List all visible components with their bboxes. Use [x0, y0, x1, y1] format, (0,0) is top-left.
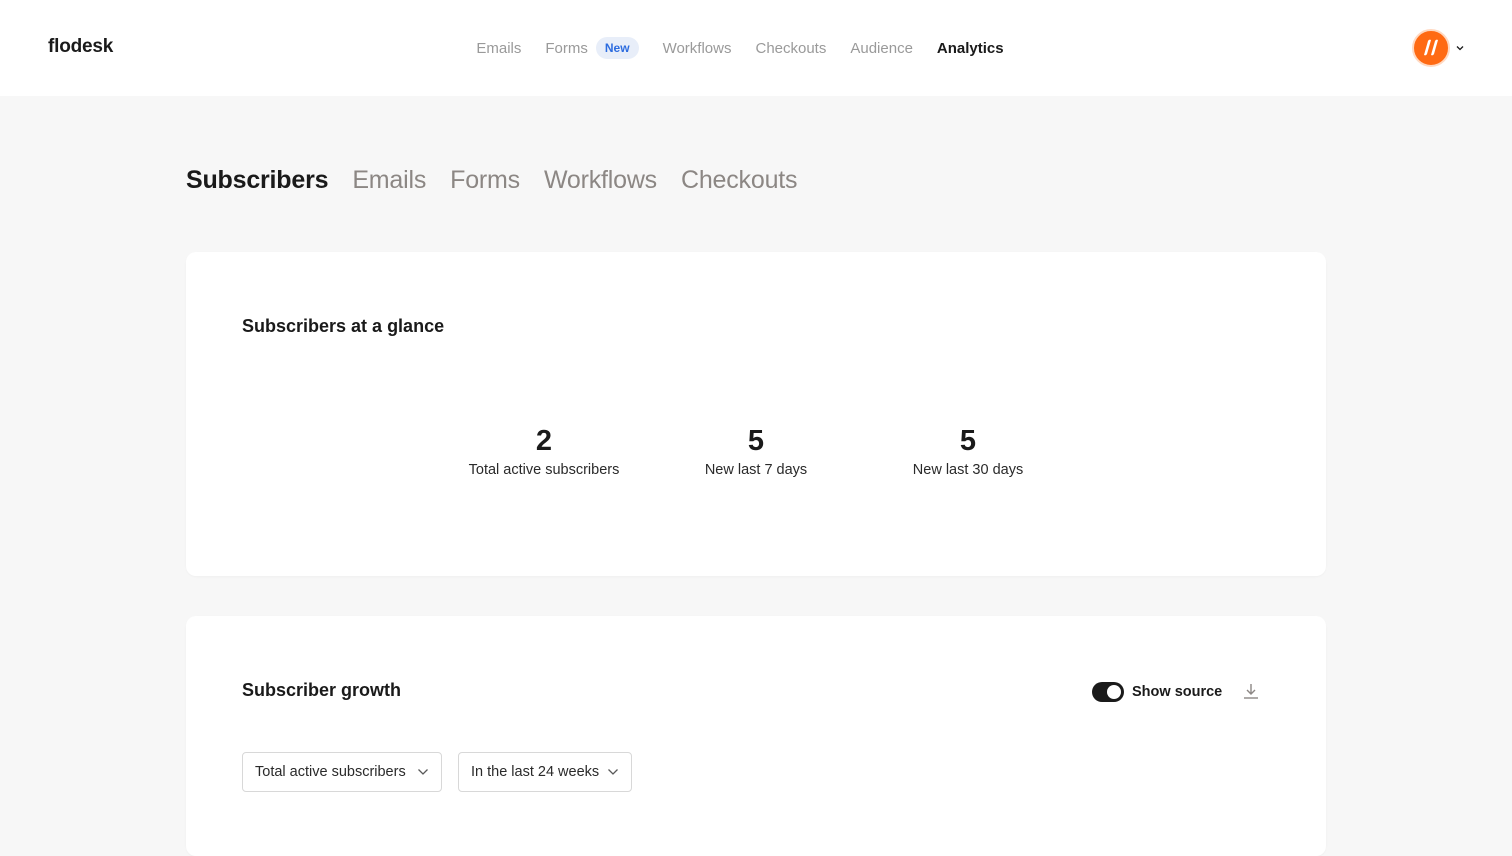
- main-nav: Emails Forms New Workflows Checkouts Aud…: [0, 0, 1512, 96]
- new-badge: New: [595, 37, 639, 59]
- top-bar: flodesk Emails Forms New Workflows Check…: [0, 0, 1512, 96]
- nav-item-label: Workflows: [662, 39, 732, 57]
- nav-item-label: Emails: [476, 39, 522, 57]
- chevron-down-icon: [418, 769, 428, 775]
- select-value: Total active subscribers: [255, 764, 406, 780]
- metric-select[interactable]: Total active subscribers: [242, 752, 442, 792]
- analytics-subtabs: Subscribers Emails Forms Workflows Check…: [186, 166, 821, 195]
- nav-item-forms[interactable]: Forms New: [545, 37, 639, 59]
- nav-item-analytics[interactable]: Analytics: [937, 40, 1004, 57]
- stat-value: 2: [535, 425, 553, 457]
- tab-emails[interactable]: Emails: [352, 166, 426, 195]
- stats-row: 2 Total active subscribers 5 New last 7 …: [186, 424, 1326, 478]
- tab-workflows[interactable]: Workflows: [544, 166, 657, 195]
- download-icon[interactable]: [1242, 682, 1260, 700]
- stat-new-7-days: 5 New last 7 days: [650, 424, 862, 478]
- toggle-knob: [1107, 685, 1121, 699]
- stat-new-30-days: 5 New last 30 days: [862, 424, 1074, 478]
- tab-forms[interactable]: Forms: [450, 166, 520, 195]
- stat-label: New last 30 days: [912, 462, 1024, 478]
- subscriber-growth-card: Subscriber growth Show source Total acti…: [186, 616, 1326, 856]
- chevron-down-icon: [608, 769, 618, 775]
- tab-subscribers[interactable]: Subscribers: [186, 166, 329, 195]
- nav-item-checkouts[interactable]: Checkouts: [755, 40, 826, 57]
- toggle-label: Show source: [1132, 684, 1223, 700]
- account-menu[interactable]: [1412, 29, 1464, 67]
- chevron-down-icon[interactable]: [1456, 45, 1464, 51]
- stat-label: Total active subscribers: [468, 462, 620, 478]
- card-title: Subscribers at a glance: [242, 316, 445, 336]
- card-title: Subscriber growth: [242, 680, 402, 700]
- nav-item-emails[interactable]: Emails: [476, 40, 521, 57]
- tab-checkouts[interactable]: Checkouts: [681, 166, 798, 195]
- stat-total-active: 2 Total active subscribers: [438, 424, 650, 478]
- toggle-switch[interactable]: [1092, 682, 1124, 702]
- nav-item-label: Analytics: [936, 39, 1004, 57]
- stat-value: 5: [747, 425, 765, 457]
- select-value: In the last 24 weeks: [471, 764, 600, 780]
- brand-avatar-icon[interactable]: [1412, 29, 1450, 67]
- nav-item-label: Forms: [545, 39, 588, 57]
- subscribers-glance-card: Subscribers at a glance 2 Total active s…: [186, 252, 1326, 576]
- stat-label: New last 7 days: [704, 462, 808, 478]
- date-range-select[interactable]: In the last 24 weeks: [458, 752, 632, 792]
- show-source-toggle[interactable]: Show source: [1092, 682, 1222, 702]
- stat-value: 5: [959, 425, 977, 457]
- nav-item-label: Checkouts: [755, 39, 827, 57]
- nav-item-audience[interactable]: Audience: [850, 40, 913, 57]
- nav-item-workflows[interactable]: Workflows: [663, 40, 732, 57]
- nav-item-label: Audience: [850, 39, 913, 57]
